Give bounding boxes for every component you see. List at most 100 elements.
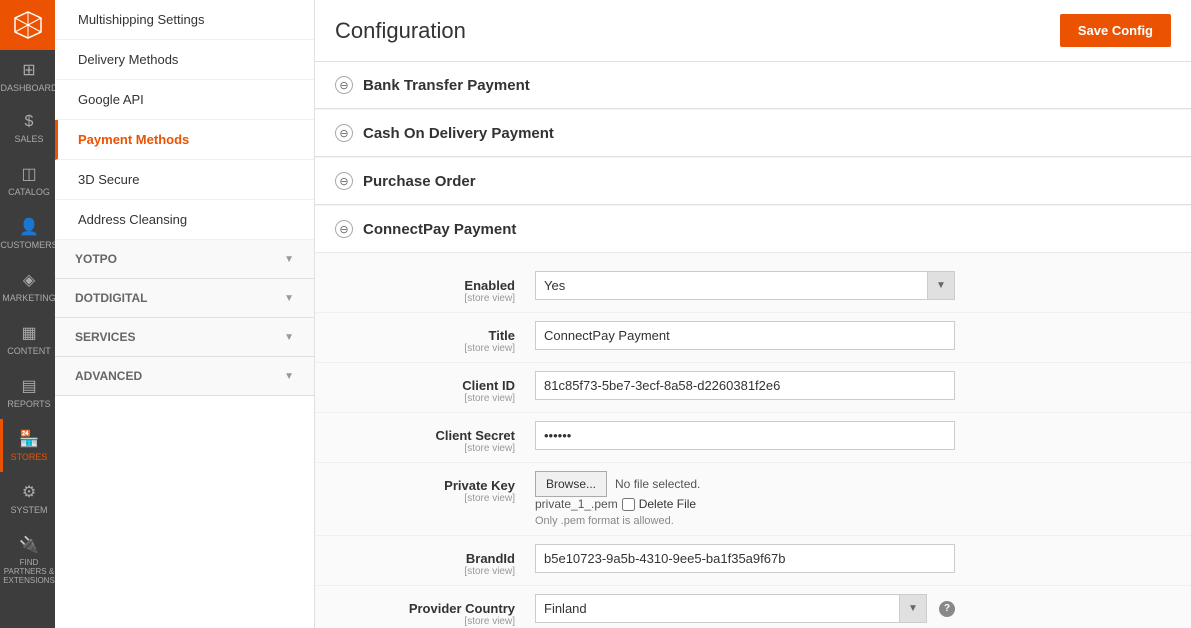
sidebar-item-dashboard[interactable]: ⊞ DASHBOARD <box>0 50 55 103</box>
menu-item-address-cleansing[interactable]: Address Cleansing <box>55 200 314 240</box>
private-key-control: Browse... No file selected. private_1_.p… <box>535 471 955 527</box>
sidebar-item-customers[interactable]: 👤 CUSTOMERS <box>0 207 55 260</box>
client-secret-input[interactable] <box>535 421 955 450</box>
sidebar-item-reports[interactable]: ▤ REPORTS <box>0 366 55 419</box>
accordion-purchase-order: ⊖ Purchase Order <box>315 158 1191 205</box>
customers-icon: 👤 <box>19 217 39 237</box>
delete-file-label: Delete File <box>639 497 696 511</box>
provider-country-label: Provider Country [store view] <box>335 594 535 627</box>
provider-country-select-wrap: Finland Estonia Latvia Lithuania ▼ <box>535 594 927 623</box>
brand-id-input[interactable] <box>535 544 955 573</box>
existing-file-name: private_1_.pem <box>535 497 618 511</box>
logo[interactable] <box>0 0 55 50</box>
client-secret-label: Client Secret [store view] <box>335 421 535 454</box>
menu-group-services[interactable]: SERVICES ▼ <box>55 318 314 357</box>
accordion-cod-header[interactable]: ⊖ Cash On Delivery Payment <box>315 110 1191 156</box>
enabled-select-wrap: Yes No ▼ <box>535 271 955 300</box>
sidebar-item-label: SYSTEM <box>10 505 47 515</box>
menu-item-delivery[interactable]: Delivery Methods <box>55 40 314 80</box>
menu-item-payment-methods[interactable]: Payment Methods <box>55 120 314 160</box>
accordion-cash-on-delivery: ⊖ Cash On Delivery Payment <box>315 110 1191 157</box>
title-control <box>535 321 955 350</box>
menu-item-google-api[interactable]: Google API <box>55 80 314 120</box>
chevron-down-icon: ▼ <box>284 371 294 382</box>
collapse-icon: ⊖ <box>335 76 353 94</box>
accordion-po-title: Purchase Order <box>363 173 476 190</box>
form-row-enabled: Enabled [store view] Yes No ▼ <box>315 263 1191 313</box>
browse-button[interactable]: Browse... <box>535 471 607 497</box>
main-content: Configuration Save Config ⊖ Bank Transfe… <box>315 0 1191 628</box>
client-id-label: Client ID [store view] <box>335 371 535 404</box>
chevron-down-icon: ▼ <box>284 293 294 304</box>
collapse-icon: ⊖ <box>335 124 353 142</box>
sidebar-item-label: DASHBOARD <box>1 83 58 93</box>
sidebar-item-label: REPORTS <box>7 399 50 409</box>
config-menu: Multishipping Settings Delivery Methods … <box>55 0 315 628</box>
menu-item-3d-secure[interactable]: 3D Secure <box>55 160 314 200</box>
sidebar-item-label: SALES <box>14 134 43 144</box>
sidebar-item-label: FIND PARTNERS & EXTENSIONS <box>3 558 55 585</box>
sidebar-item-label: CONTENT <box>7 346 51 356</box>
title-input[interactable] <box>535 321 955 350</box>
sidebar-item-label: CUSTOMERS <box>0 240 57 250</box>
menu-group-advanced[interactable]: ADVANCED ▼ <box>55 357 314 396</box>
sidebar-item-extensions[interactable]: 🔌 FIND PARTNERS & EXTENSIONS <box>0 525 55 595</box>
accordion-cod-title: Cash On Delivery Payment <box>363 125 554 142</box>
accordion-po-header[interactable]: ⊖ Purchase Order <box>315 158 1191 204</box>
reports-icon: ▤ <box>21 376 36 396</box>
file-info: private_1_.pem Delete File <box>535 497 955 511</box>
menu-group-dotdigital[interactable]: DOTDIGITAL ▼ <box>55 279 314 318</box>
sidebar-item-content[interactable]: ▦ CONTENT <box>0 313 55 366</box>
enabled-label: Enabled [store view] <box>335 271 535 304</box>
provider-country-control: Finland Estonia Latvia Lithuania ▼ ? <box>535 594 955 623</box>
sidebar-item-sales[interactable]: $ SALES <box>0 103 55 154</box>
menu-group-yotpo[interactable]: YOTPO ▼ <box>55 240 314 279</box>
save-config-button[interactable]: Save Config <box>1060 14 1171 47</box>
brand-id-control <box>535 544 955 573</box>
content-icon: ▦ <box>21 323 36 343</box>
accordion-bank-transfer-header[interactable]: ⊖ Bank Transfer Payment <box>315 62 1191 108</box>
connectpay-form-body: Enabled [store view] Yes No ▼ <box>315 252 1191 628</box>
client-id-input[interactable] <box>535 371 955 400</box>
sales-icon: $ <box>25 113 34 131</box>
system-icon: ⚙ <box>22 482 36 502</box>
sidebar-item-system[interactable]: ⚙ SYSTEM <box>0 472 55 525</box>
file-no-selected: No file selected. <box>615 477 700 491</box>
accordion-bank-transfer: ⊖ Bank Transfer Payment <box>315 62 1191 109</box>
form-row-private-key: Private Key [store view] Browse... No fi… <box>315 463 1191 536</box>
form-row-client-id: Client ID [store view] <box>315 363 1191 413</box>
form-row-client-secret: Client Secret [store view] <box>315 413 1191 463</box>
sidebar-item-label: STORES <box>11 452 48 462</box>
enabled-control: Yes No ▼ <box>535 271 955 300</box>
collapse-icon: ⊖ <box>335 172 353 190</box>
delete-file-checkbox[interactable] <box>622 498 635 511</box>
sidebar-item-label: MARKETING <box>2 293 56 303</box>
accordion-connectpay-header[interactable]: ⊖ ConnectPay Payment <box>315 206 1191 252</box>
content-area: ⊖ Bank Transfer Payment ⊖ Cash On Delive… <box>315 62 1191 628</box>
file-row: Browse... No file selected. <box>535 471 955 497</box>
brand-id-label: BrandId [store view] <box>335 544 535 577</box>
client-id-control <box>535 371 955 400</box>
sidebar-item-stores[interactable]: 🏪 STORES <box>0 419 55 472</box>
main-header: Configuration Save Config <box>315 0 1191 62</box>
page-title: Configuration <box>335 18 466 44</box>
stores-icon: 🏪 <box>19 429 39 449</box>
form-row-provider-country: Provider Country [store view] Finland Es… <box>315 586 1191 628</box>
accordion-connectpay-title: ConnectPay Payment <box>363 221 516 238</box>
provider-country-select[interactable]: Finland Estonia Latvia Lithuania <box>535 594 927 623</box>
sidebar-item-catalog[interactable]: ◫ CATALOG <box>0 154 55 207</box>
accordion-connectpay: ⊖ ConnectPay Payment Enabled [store view… <box>315 206 1191 628</box>
client-secret-control <box>535 421 955 450</box>
chevron-down-icon: ▼ <box>284 254 294 265</box>
title-label: Title [store view] <box>335 321 535 354</box>
sidebar-item-label: CATALOG <box>8 187 50 197</box>
collapse-icon: ⊖ <box>335 220 353 238</box>
marketing-icon: ◈ <box>23 270 35 290</box>
sidebar-item-marketing[interactable]: ◈ MARKETING <box>0 260 55 313</box>
menu-item-multishipping[interactable]: Multishipping Settings <box>55 0 314 40</box>
form-row-brand-id: BrandId [store view] <box>315 536 1191 586</box>
file-hint: Only .pem format is allowed. <box>535 515 955 527</box>
enabled-select[interactable]: Yes No <box>535 271 955 300</box>
extensions-icon: 🔌 <box>19 535 39 555</box>
help-icon[interactable]: ? <box>939 601 955 617</box>
